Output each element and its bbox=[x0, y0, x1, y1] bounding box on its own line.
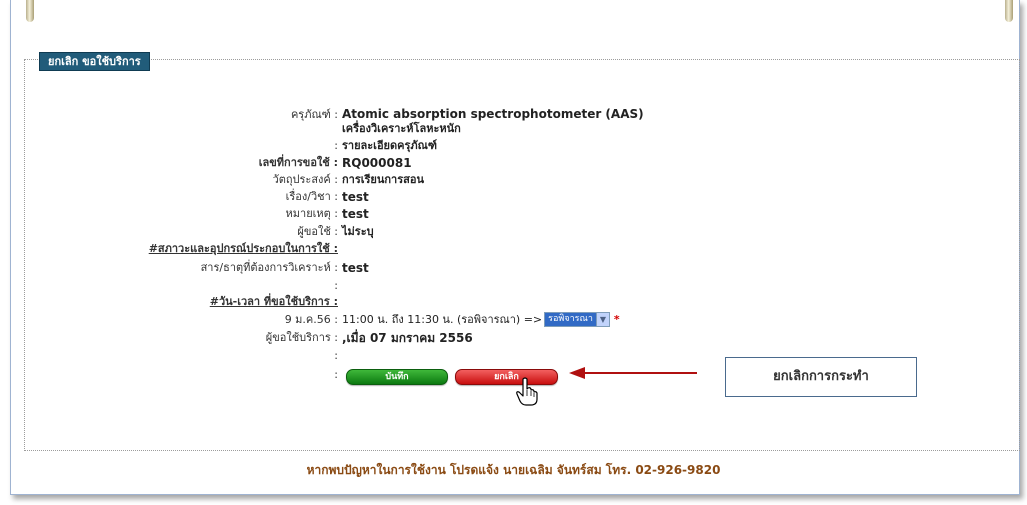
hand-pointer-icon bbox=[516, 377, 538, 406]
substance-label: สาร/ธาตุที่ต้องการวิเคราะห์ : bbox=[200, 261, 338, 274]
conditions-heading: #สภาวะและอุปกรณ์ประกอบในการใช้ : bbox=[148, 242, 338, 255]
buttons-label: : bbox=[334, 368, 338, 381]
note-value: test bbox=[342, 207, 369, 221]
equipment-value: Atomic absorption spectrophotometer (AAS… bbox=[342, 107, 644, 136]
note-row: หมายเหตุ : test bbox=[80, 206, 369, 222]
requester-value: ไม่ระบุ bbox=[342, 225, 374, 238]
save-button[interactable]: บันทึก bbox=[346, 369, 448, 385]
note-label: หมายเหตุ : bbox=[285, 207, 338, 220]
purpose-value: การเรียนการสอน bbox=[342, 173, 424, 186]
right-pin-decoration bbox=[1005, 0, 1013, 22]
requester-row: ผู้ขอใช้ : ไม่ระบุ bbox=[80, 224, 374, 240]
equipment-label: ครุภัณฑ์ : bbox=[290, 108, 338, 121]
equipment-detail-label: : bbox=[334, 139, 338, 152]
request-no-label: เลขที่การขอใช้ : bbox=[258, 156, 338, 169]
panel-legend: ยกเลิก ขอใช้บริการ bbox=[39, 52, 150, 71]
required-mark: * bbox=[613, 313, 620, 326]
request-no-row: เลขที่การขอใช้ : RQ000081 bbox=[80, 155, 412, 171]
left-pin-decoration bbox=[26, 0, 34, 22]
purpose-label: วัตถุประสงค์ : bbox=[272, 173, 338, 186]
buttons-row: : bbox=[80, 367, 342, 383]
schedule-time-value: 11:00 น. ถึง 11:30 น. (รอพิจารณา) => bbox=[342, 313, 543, 326]
footer-contact: หากพบปัญหาในการใช้งาน โปรดแจ้ง นายเฉลิม … bbox=[306, 463, 721, 477]
arrow-left-icon bbox=[569, 367, 697, 379]
datetime-heading: #วัน-เวลา ที่ขอใช้บริการ : bbox=[209, 295, 338, 308]
purpose-row: วัตถุประสงค์ : การเรียนการสอน bbox=[80, 172, 424, 188]
schedule-date-label: 9 ม.ค.56 : bbox=[284, 313, 338, 326]
substance-row: สาร/ธาตุที่ต้องการวิเคราะห์ : test bbox=[80, 260, 369, 276]
blank-row-1: : bbox=[80, 278, 342, 294]
subject-row: เรื่อง/วิชา : test bbox=[80, 189, 369, 205]
request-no-value: RQ000081 bbox=[342, 156, 412, 170]
conditions-heading-row: #สภาวะและอุปกรณ์ประกอบในการใช้ : bbox=[80, 241, 342, 257]
datetime-heading-row: #วัน-เวลา ที่ขอใช้บริการ : bbox=[80, 294, 342, 310]
equipment-name-en: Atomic absorption spectrophotometer (AAS… bbox=[342, 107, 644, 121]
service-requester-row: ผู้ขอใช้บริการ : ,เมื่อ 07 มกราคม 2556 bbox=[80, 330, 473, 346]
equipment-name-th: เครื่องวิเคราะห์โลหะหนัก bbox=[342, 122, 461, 135]
equipment-row: ครุภัณฑ์ : Atomic absorption spectrophot… bbox=[80, 107, 644, 135]
service-requester-label: ผู้ขอใช้บริการ : bbox=[265, 331, 338, 344]
subject-value: test bbox=[342, 190, 369, 204]
schedule-row: 9 ม.ค.56 : 11:00 น. ถึง 11:30 น. (รอพิจา… bbox=[80, 312, 620, 328]
subject-label: เรื่อง/วิชา : bbox=[285, 190, 338, 203]
status-select[interactable]: รอพิจารณา ▼ bbox=[544, 312, 610, 327]
service-requester-value: ,เมื่อ 07 มกราคม 2556 bbox=[342, 331, 473, 345]
equipment-detail-row: : รายละเอียดครุภัณฑ์ bbox=[80, 138, 437, 154]
blank-row-2: : bbox=[80, 348, 342, 364]
equipment-detail-link[interactable]: รายละเอียดครุภัณฑ์ bbox=[342, 138, 437, 154]
requester-label: ผู้ขอใช้ : bbox=[297, 225, 338, 238]
status-selected-value: รอพิจารณา bbox=[545, 313, 596, 326]
blank-label-2: : bbox=[334, 349, 338, 362]
chevron-down-icon[interactable]: ▼ bbox=[595, 313, 609, 326]
cancel-action-callout: ยกเลิกการกระทำ bbox=[725, 357, 917, 397]
cancel-button[interactable]: ยกเลิก bbox=[455, 369, 558, 385]
substance-value: test bbox=[342, 261, 369, 275]
blank-label-1: : bbox=[334, 279, 338, 292]
